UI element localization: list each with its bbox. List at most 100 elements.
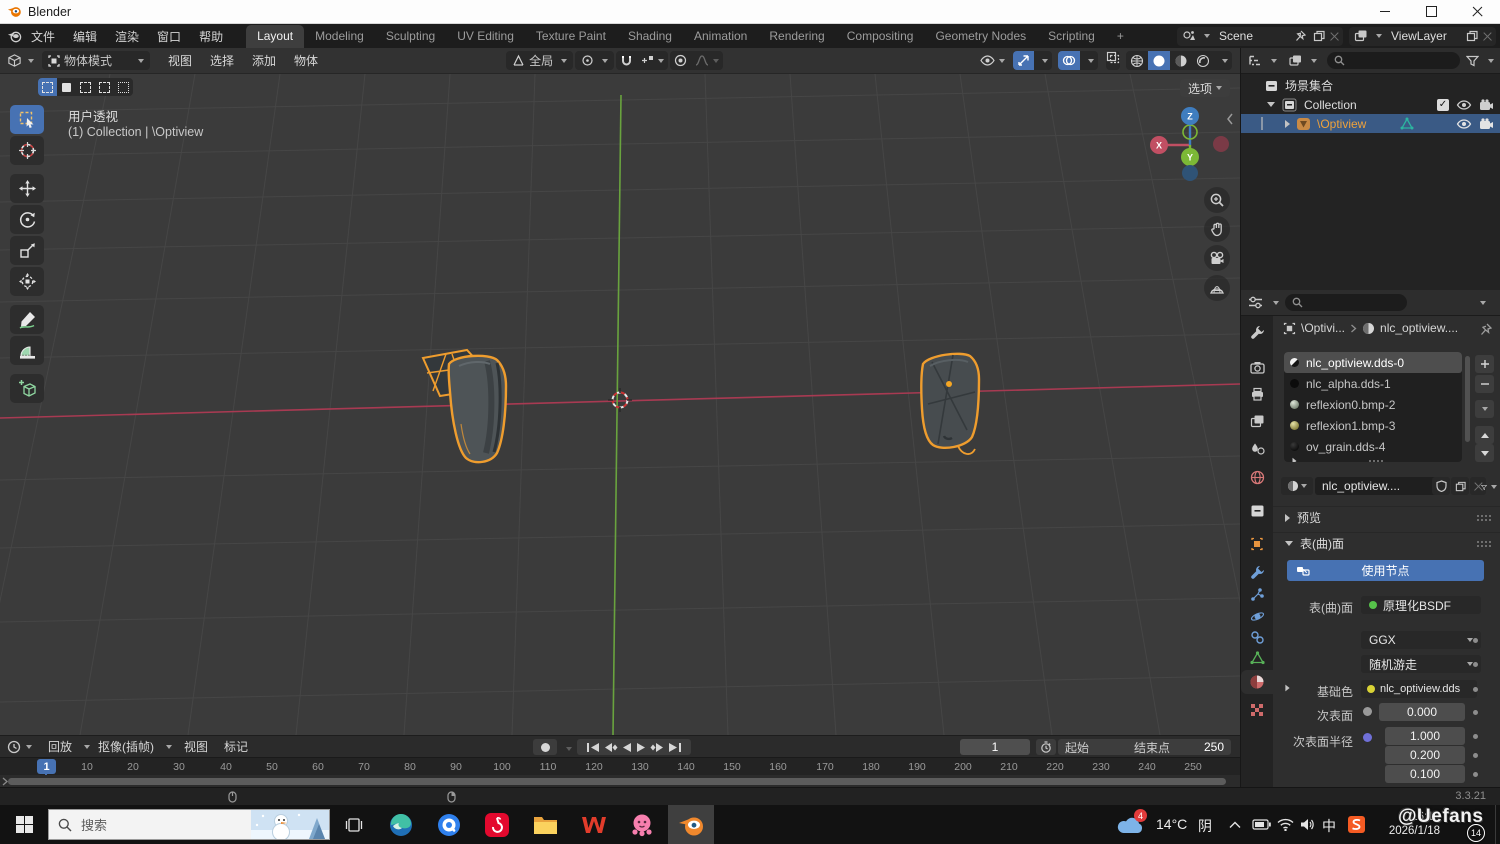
- taskbar-app-wps[interactable]: [572, 805, 616, 844]
- next-keyframe-button[interactable]: [650, 742, 665, 753]
- radius-node-dot-icon[interactable]: [1363, 733, 1372, 742]
- base-color-input[interactable]: nlc_optiview.dds: [1361, 680, 1477, 698]
- pin-icon[interactable]: [1292, 28, 1308, 44]
- shading-solid-button[interactable]: [1148, 51, 1170, 70]
- view-layer-name[interactable]: ViewLayer: [1385, 29, 1461, 43]
- animate-dot[interactable]: [1473, 772, 1478, 777]
- tab-collection[interactable]: [1241, 499, 1273, 523]
- move-slot-down-button[interactable]: [1475, 444, 1494, 462]
- shading-material-preview-button[interactable]: [1170, 51, 1192, 70]
- pan-view-button[interactable]: [1204, 216, 1230, 242]
- outliner-search-input[interactable]: [1327, 52, 1460, 69]
- collection-checkbox[interactable]: ✓: [1437, 99, 1449, 111]
- menu-help[interactable]: 帮助: [190, 28, 232, 45]
- copy-icon[interactable]: [1311, 28, 1327, 44]
- slot-row-4[interactable]: ov_grain.dds-4: [1284, 436, 1462, 457]
- tab-animation[interactable]: Animation: [683, 25, 758, 48]
- timeline-scrollbar[interactable]: [8, 778, 1226, 785]
- outliner-row-collection[interactable]: Collection ✓: [1241, 95, 1500, 114]
- tool-rotate[interactable]: [10, 205, 44, 234]
- play-button[interactable]: [635, 742, 648, 753]
- animate-dot[interactable]: [1473, 710, 1478, 715]
- use-preview-range-toggle[interactable]: [1036, 739, 1056, 755]
- use-nodes-button[interactable]: 使用节点: [1287, 560, 1484, 581]
- tab-tool[interactable]: [1241, 320, 1273, 344]
- tab-view-layer[interactable]: [1241, 409, 1273, 433]
- snap-toggle-magnet-icon[interactable]: [616, 51, 637, 70]
- timeline-ruler[interactable]: 10 20 30 40 50 60 70 80 90 100 110 120 1…: [0, 757, 1240, 775]
- outliner-display-mode-icon[interactable]: [1287, 53, 1303, 69]
- hide-eye-icon[interactable]: [1456, 99, 1473, 111]
- tab-shading[interactable]: Shading: [617, 25, 683, 48]
- gizmo-axis-z-neg[interactable]: [1182, 165, 1198, 181]
- tab-object[interactable]: [1241, 532, 1273, 556]
- list-resize-grip[interactable]: [1368, 459, 1384, 463]
- radius-field-y[interactable]: 0.200: [1385, 746, 1465, 764]
- overlays-dropdown-icon[interactable]: [1080, 51, 1098, 70]
- jump-to-start-button[interactable]: [586, 742, 601, 753]
- animate-dot[interactable]: [1473, 753, 1478, 758]
- copy-material-button[interactable]: [1451, 477, 1469, 495]
- previous-keyframe-button[interactable]: [603, 742, 618, 753]
- snap-target-selector[interactable]: [637, 51, 668, 70]
- show-overlays-toggle[interactable]: [1058, 51, 1080, 70]
- slot-row-1[interactable]: nlc_alpha.dds-1: [1284, 373, 1462, 394]
- tool-select-box[interactable]: [10, 105, 44, 134]
- panel-surface[interactable]: 表(曲)面: [1273, 532, 1500, 554]
- tab-uv-editing[interactable]: UV Editing: [446, 25, 525, 48]
- zoom-view-button[interactable]: [1204, 187, 1230, 213]
- display-mode-dropdown-icon[interactable]: [1311, 59, 1317, 63]
- subsurface-method-selector[interactable]: 随机游走: [1361, 655, 1481, 673]
- collection-expand-icon[interactable]: [1267, 102, 1275, 107]
- properties-options-dropdown-icon[interactable]: [1480, 301, 1486, 305]
- battery-tray-icon[interactable]: [1248, 805, 1274, 844]
- material-name-field[interactable]: nlc_optiview....: [1315, 477, 1445, 495]
- subsurface-slider[interactable]: 0.000: [1379, 703, 1465, 721]
- panel-drag-grip[interactable]: [1476, 540, 1492, 547]
- panel-preview[interactable]: 预览: [1273, 506, 1500, 528]
- tab-world[interactable]: [1241, 465, 1273, 489]
- material-filter-icon[interactable]: [1481, 479, 1497, 495]
- viewport-menu-view[interactable]: 视图: [160, 52, 200, 69]
- blender-app-menu-icon[interactable]: [6, 28, 22, 44]
- object-mirror-right[interactable]: [921, 354, 979, 454]
- tool-move[interactable]: [10, 174, 44, 203]
- tab-geometry-nodes[interactable]: Geometry Nodes: [924, 25, 1037, 48]
- tool-scale[interactable]: [10, 236, 44, 265]
- taskbar-app-octopus[interactable]: [620, 805, 664, 844]
- add-slot-button[interactable]: [1475, 355, 1494, 373]
- outliner-editor-icon[interactable]: [1247, 53, 1263, 69]
- tab-compositing[interactable]: Compositing: [836, 25, 925, 48]
- taskbar-app-file-explorer[interactable]: [523, 805, 567, 844]
- shading-rendered-button[interactable]: [1192, 51, 1214, 70]
- viewport-menu-select[interactable]: 选择: [202, 52, 242, 69]
- surface-shader-selector[interactable]: 原理化BSDF: [1361, 596, 1481, 614]
- timeline-menu-keying[interactable]: 抠像(插帧): [90, 738, 162, 755]
- slot-row-2[interactable]: reflexion0.bmp-2: [1284, 394, 1462, 415]
- xray-toggle[interactable]: [1106, 51, 1120, 70]
- disable-render-camera-icon[interactable]: [1479, 118, 1494, 130]
- copy-icon[interactable]: [1464, 28, 1480, 44]
- properties-editor-dropdown-icon[interactable]: [1273, 301, 1279, 305]
- proportional-falloff-selector[interactable]: [691, 51, 723, 70]
- play-reverse-button[interactable]: [620, 742, 633, 753]
- show-desktop-divider[interactable]: [1495, 805, 1496, 844]
- select-mode-tweak[interactable]: [38, 78, 57, 96]
- tool-measure[interactable]: [10, 336, 44, 365]
- tab-material[interactable]: [1241, 670, 1273, 694]
- list-expand-icon[interactable]: [1293, 458, 1297, 462]
- tab-output[interactable]: [1241, 382, 1273, 406]
- gizmo-axis-x-neg[interactable]: [1213, 136, 1229, 152]
- editor-type-dropdown-icon[interactable]: [28, 59, 34, 63]
- timeline-menu-playback[interactable]: 回放: [40, 738, 80, 755]
- tab-sculpting[interactable]: Sculpting: [375, 25, 446, 48]
- outliner-row-scene-collection[interactable]: 场景集合: [1241, 76, 1500, 95]
- disable-render-camera-icon[interactable]: [1479, 99, 1494, 111]
- weather-tray-icon[interactable]: 4: [1112, 805, 1148, 844]
- gizmo-dropdown-icon[interactable]: [1034, 51, 1052, 70]
- animate-dot[interactable]: [1473, 662, 1478, 667]
- pin-id-icon[interactable]: [1479, 323, 1492, 336]
- sogou-tray-icon[interactable]: [1342, 805, 1370, 844]
- weather-temp-label[interactable]: 14°C: [1156, 816, 1187, 832]
- tab-layout[interactable]: Layout: [246, 25, 304, 48]
